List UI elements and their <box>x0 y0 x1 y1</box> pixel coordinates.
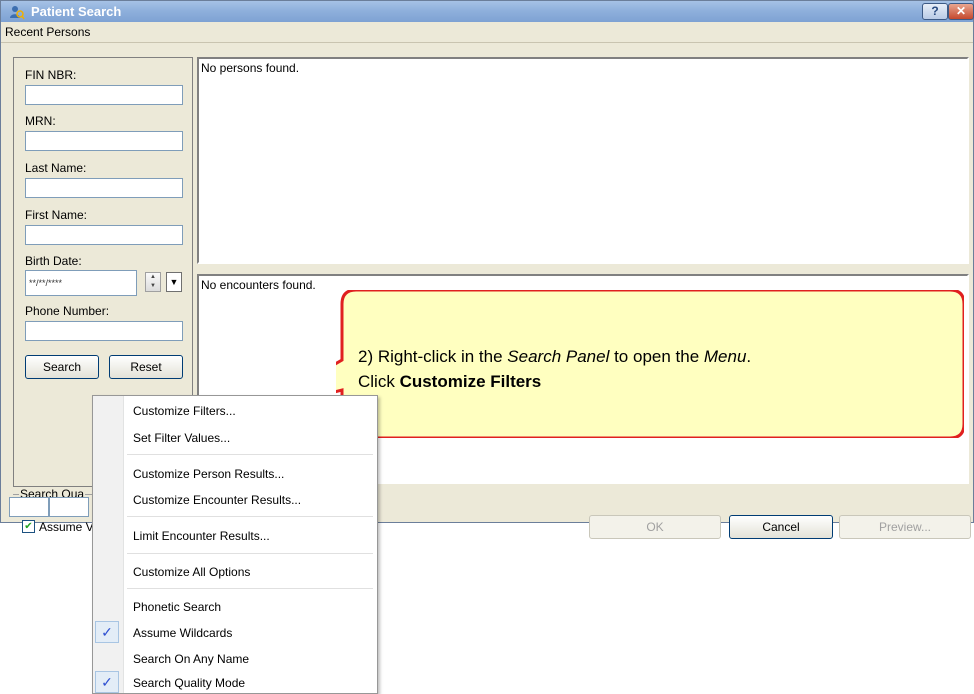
callout-text: 2) Right-click in the Search Panel to op… <box>358 344 958 394</box>
callout-line1-end: . <box>746 347 752 366</box>
phone-label: Phone Number: <box>25 304 110 318</box>
birth-date-dropdown-icon[interactable]: ▼ <box>166 272 182 292</box>
last-name-input[interactable] <box>25 178 183 198</box>
patient-search-icon <box>10 6 25 20</box>
title-bar: Patient Search ? ✕ <box>1 1 974 22</box>
persons-empty-message: No persons found. <box>201 61 300 75</box>
window-title: Patient Search <box>31 4 122 19</box>
last-name-label: Last Name: <box>25 161 87 175</box>
menu-separator <box>127 553 373 554</box>
menu-item-customize-all-options[interactable]: Customize All Options <box>133 565 250 579</box>
birth-date-input[interactable]: **/**/**** <box>25 270 137 296</box>
birth-date-label: Birth Date: <box>25 254 82 268</box>
fin-input[interactable] <box>25 85 183 105</box>
phone-input[interactable] <box>25 321 183 341</box>
menu-item-limit-encounter-results[interactable]: Limit Encounter Results... <box>133 529 270 543</box>
callout-line2-prefix: Click <box>358 372 400 391</box>
callout-line1-mid: to open the <box>609 347 704 366</box>
callout-line1-prefix: 2) Right-click in the <box>358 347 508 366</box>
menu-item-customize-person-results[interactable]: Customize Person Results... <box>133 467 284 481</box>
menu-separator <box>127 588 373 589</box>
check-icon: ✓ <box>95 671 119 693</box>
cancel-button[interactable]: Cancel <box>729 515 833 539</box>
first-name-input[interactable] <box>25 225 183 245</box>
menu-item-customize-filters[interactable]: Customize Filters... <box>133 404 236 418</box>
callout-search-panel: Search Panel <box>507 347 610 366</box>
fin-label: FIN NBR: <box>25 68 77 82</box>
callout-customize-filters: Customize Filters <box>399 372 542 391</box>
assume-wildcards-label: Assume V <box>39 520 94 534</box>
person-results-list[interactable]: No persons found. <box>197 57 969 264</box>
menu-item-set-filter-values[interactable]: Set Filter Values... <box>133 431 230 445</box>
check-icon: ✓ <box>95 621 119 643</box>
reset-button[interactable]: Reset <box>109 355 183 379</box>
menu-item-search-quality-mode[interactable]: Search Quality Mode <box>133 676 245 690</box>
close-button[interactable]: ✕ <box>948 3 974 20</box>
help-button[interactable]: ? <box>922 3 948 20</box>
encounters-empty-message: No encounters found. <box>201 278 316 292</box>
menu-recent-persons[interactable]: Recent Persons <box>5 25 90 39</box>
birth-date-spinner[interactable]: ▲ ▼ <box>145 272 161 292</box>
menu-item-customize-encounter-results[interactable]: Customize Encounter Results... <box>133 493 301 507</box>
search-button[interactable]: Search <box>25 355 99 379</box>
menu-item-phonetic-search[interactable]: Phonetic Search <box>133 600 221 614</box>
first-name-label: First Name: <box>25 208 88 222</box>
menu-item-search-on-any-name[interactable]: Search On Any Name <box>133 652 249 666</box>
menu-bar: Recent Persons <box>1 22 973 43</box>
search-quality-input-1[interactable] <box>9 497 49 517</box>
preview-button[interactable]: Preview... <box>839 515 971 539</box>
ok-button[interactable]: OK <box>589 515 721 539</box>
context-menu-gutter <box>93 396 124 693</box>
callout-menu: Menu <box>703 347 747 366</box>
context-menu: Customize Filters... Set Filter Values..… <box>92 395 378 694</box>
menu-separator <box>127 454 373 455</box>
menu-separator <box>127 516 373 517</box>
search-quality-input-2[interactable] <box>49 497 89 517</box>
assume-wildcards-checkbox[interactable]: ✔ <box>22 520 35 533</box>
menu-item-assume-wildcards[interactable]: Assume Wildcards <box>133 626 232 640</box>
mrn-input[interactable] <box>25 131 183 151</box>
mrn-label: MRN: <box>25 114 56 128</box>
